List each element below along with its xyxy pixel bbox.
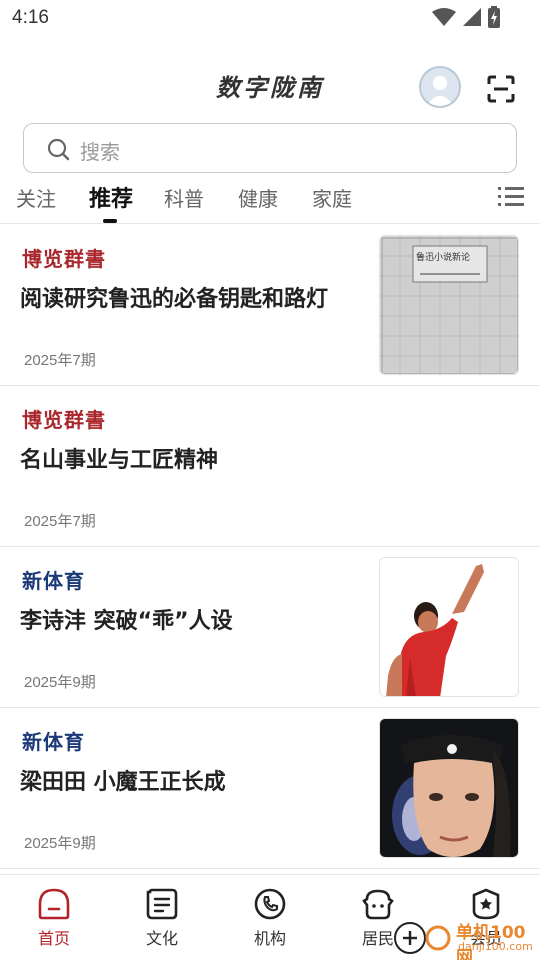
avatar-person-icon <box>426 76 454 106</box>
nav-institution[interactable]: 机构 <box>216 887 324 949</box>
issue-date: 2025年7期 <box>24 352 96 369</box>
issue-date: 2025年9期 <box>24 835 96 852</box>
battery-icon <box>488 6 500 28</box>
tab-science[interactable]: 科普 <box>164 183 204 212</box>
nav-label-culture: 文化 <box>145 929 178 948</box>
watermark-url: danji100.com <box>458 940 533 953</box>
article-card[interactable]: 博览群書 名山事业与工匠精神 2025年7期 <box>0 386 540 547</box>
nav-culture[interactable]: 文化 <box>108 887 216 949</box>
tab-recommend[interactable]: 推荐 <box>89 181 133 213</box>
residents-icon <box>362 889 394 920</box>
magazine-source: 新体育 <box>22 730 85 754</box>
tab-health[interactable]: 健康 <box>238 183 278 212</box>
tab-family[interactable]: 家庭 <box>312 183 352 212</box>
avatar[interactable] <box>419 66 461 108</box>
article-feed: 博览群書 阅读研究鲁迅的必备钥匙和路灯 2025年7期 鲁迅小说新论 博览群書 <box>0 225 540 869</box>
magazine-source: 新体育 <box>22 569 85 593</box>
article-title[interactable]: 阅读研究鲁迅的必备钥匙和路灯 <box>20 281 328 313</box>
watermark-text: 单机100网 <box>456 923 526 960</box>
status-icons <box>432 6 500 28</box>
category-tabs: 关注 推荐 科普 健康 家庭 <box>0 178 540 224</box>
search-input[interactable]: 搜索 <box>23 123 517 173</box>
book-cover-thumbnail[interactable]: 鲁迅小说新论 <box>379 235 519 375</box>
search-icon <box>47 138 70 161</box>
tab-menu-icon[interactable] <box>498 186 524 208</box>
article-title[interactable]: 李诗沣 突破“乖”人设 <box>20 603 233 635</box>
article-card[interactable]: 新体育 李诗沣 突破“乖”人设 2025年9期 <box>0 547 540 708</box>
issue-date: 2025年7期 <box>24 513 96 530</box>
status-bar: 4:16 <box>0 0 540 36</box>
status-time: 4:16 <box>12 7 49 28</box>
nav-label-home: 首页 <box>37 929 70 948</box>
wifi-icon <box>432 8 456 26</box>
article-title[interactable]: 梁田田 小魔王正长成 <box>20 764 226 796</box>
article-card[interactable]: 博览群書 阅读研究鲁迅的必备钥匙和路灯 2025年7期 鲁迅小说新论 <box>0 225 540 386</box>
watermark-logo: 单机100网 danji100.com <box>392 914 540 960</box>
app-header: 数字陇南 <box>0 56 540 120</box>
search-placeholder: 搜索 <box>80 140 120 164</box>
issue-date: 2025年9期 <box>24 674 96 691</box>
athlete-photo-thumbnail[interactable] <box>379 557 519 697</box>
magazine-source: 博览群書 <box>22 247 106 271</box>
active-tab-indicator <box>103 219 117 223</box>
tennis-photo-thumbnail[interactable] <box>379 718 519 858</box>
home-icon <box>38 888 70 920</box>
phone-icon <box>254 888 286 920</box>
book-cover-title: 鲁迅小说新论 <box>416 253 471 263</box>
article-card[interactable]: 新体育 梁田田 小魔王正长成 2025年9期 <box>0 708 540 869</box>
nav-label-institution: 机构 <box>253 929 286 948</box>
signal-icon <box>463 8 481 26</box>
scan-icon[interactable] <box>486 74 516 104</box>
document-icon <box>146 888 178 920</box>
tab-follow[interactable]: 关注 <box>16 183 56 212</box>
nav-home[interactable]: 首页 <box>0 887 108 949</box>
article-title[interactable]: 名山事业与工匠精神 <box>20 442 218 474</box>
magazine-source: 博览群書 <box>22 408 106 432</box>
watermark-plus-icon <box>394 922 451 954</box>
